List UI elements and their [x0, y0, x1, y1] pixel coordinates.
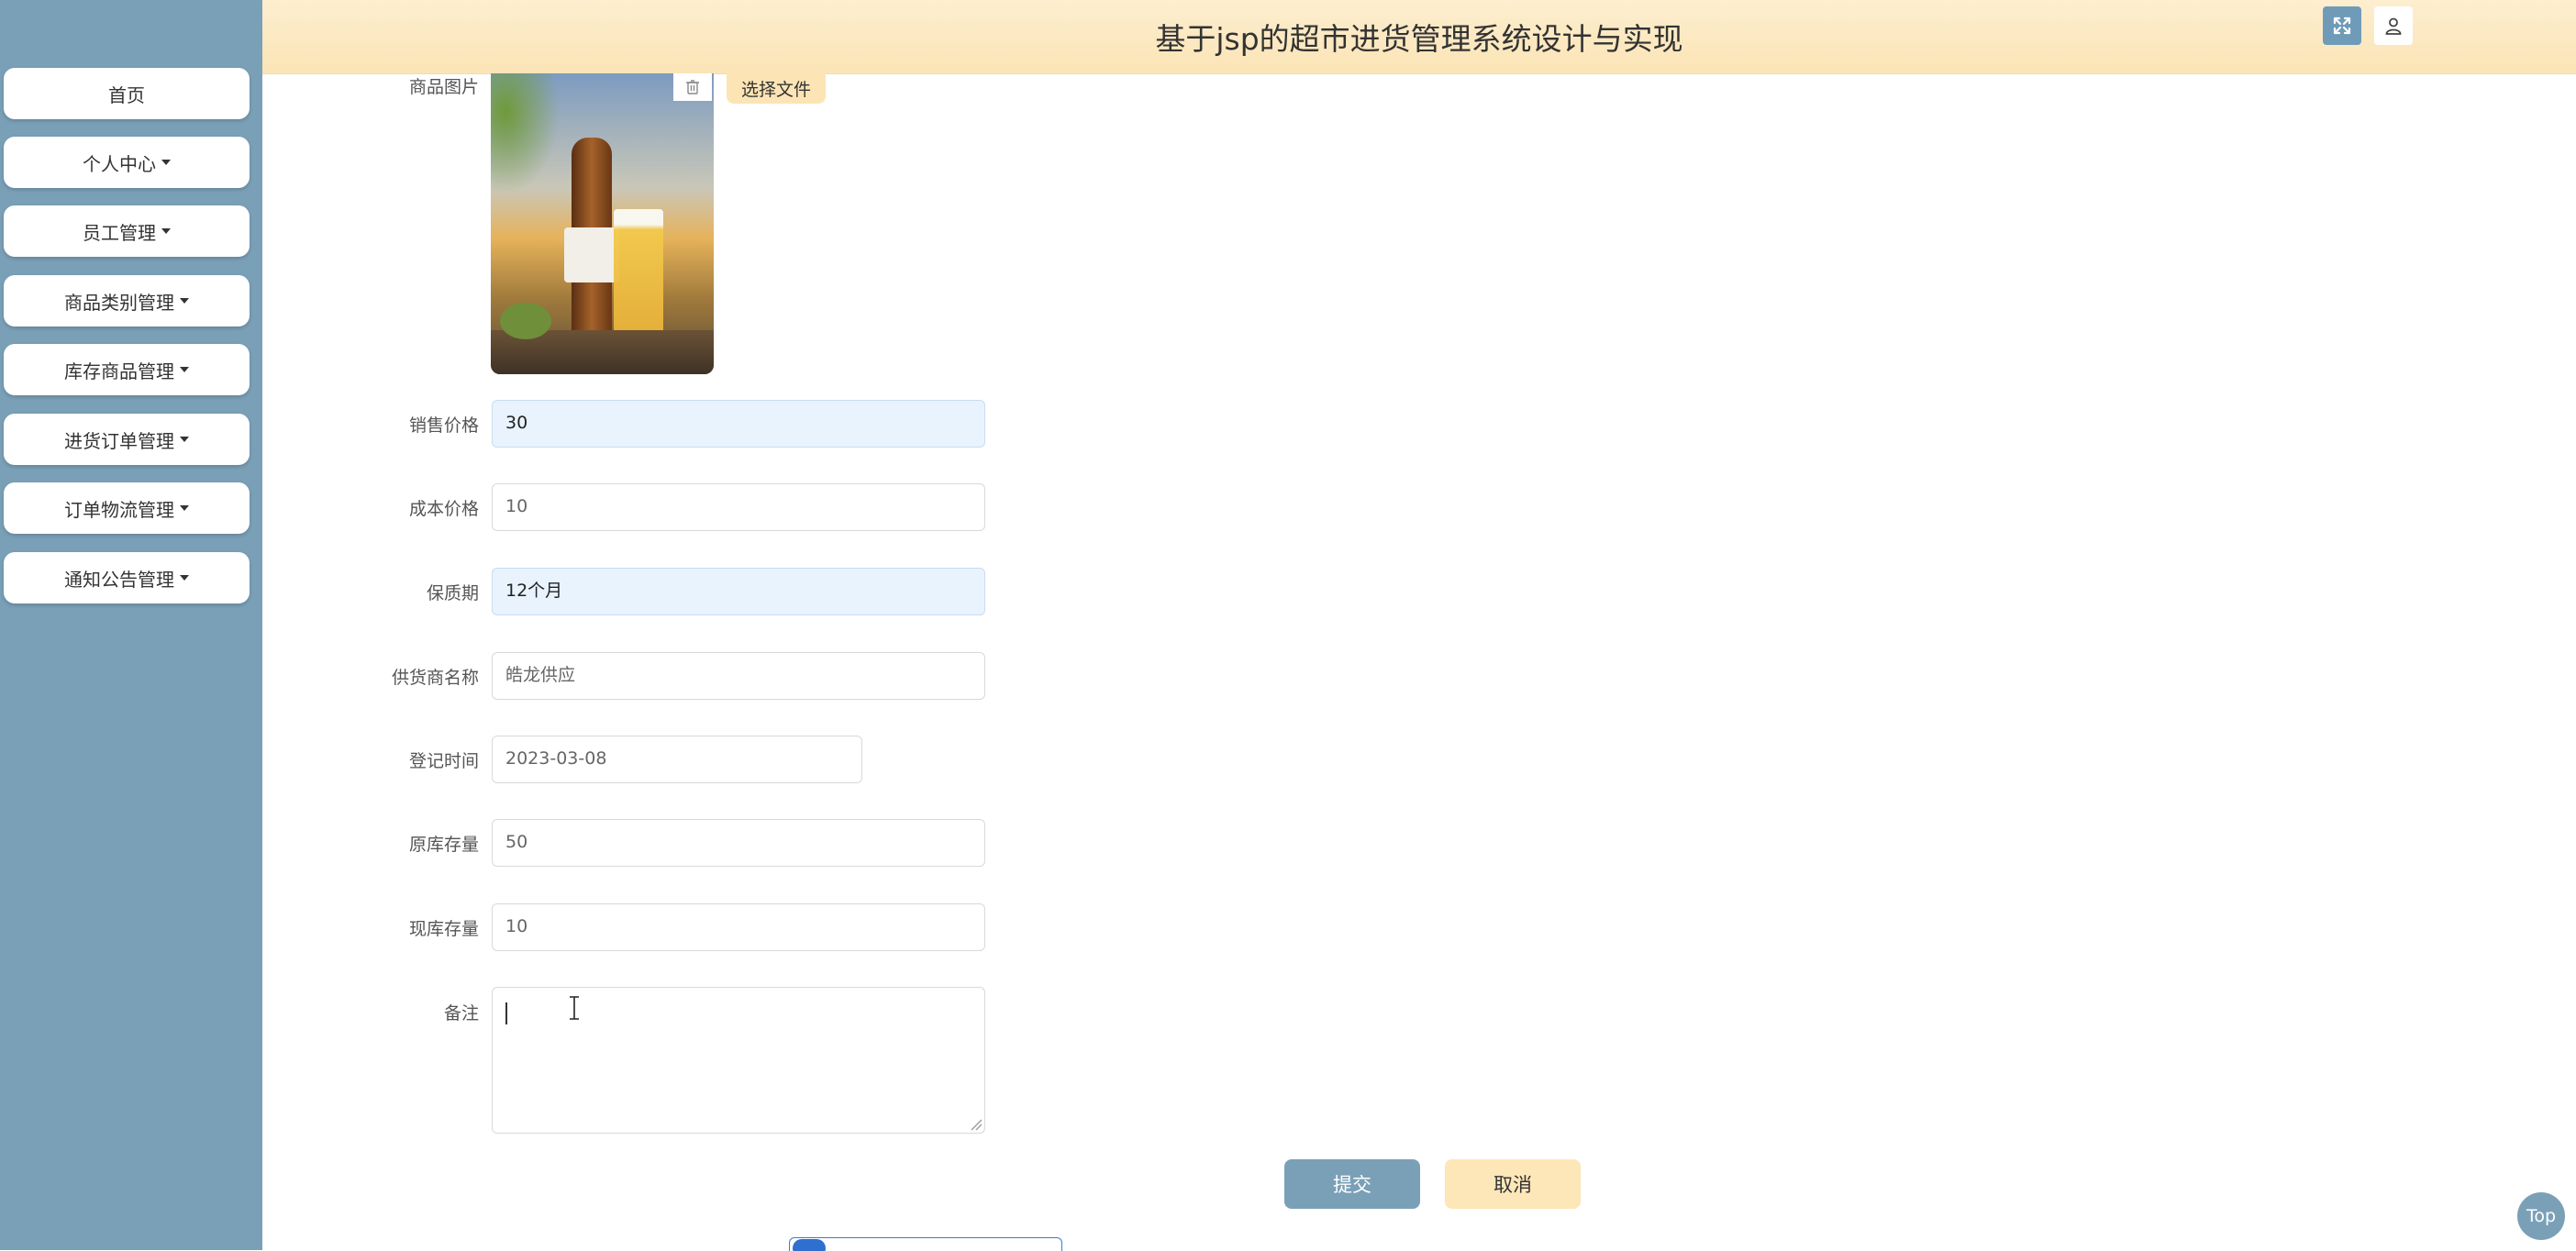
current-stock-input[interactable]: 10 [492, 903, 985, 951]
original-stock-label: 原库存量 [408, 835, 479, 855]
sale-price-input[interactable]: 30 [492, 400, 985, 448]
supplier-name-value: 皓龙供应 [505, 665, 576, 685]
shelf-life-label: 保质期 [426, 583, 479, 603]
supplier-name-input[interactable]: 皓龙供应 [492, 652, 985, 700]
sidebar-item-label: 商品类别管理 [64, 291, 174, 314]
original-stock-input[interactable]: 50 [492, 819, 985, 867]
page-title: 基于jsp的超市进货管理系统设计与实现 [1155, 21, 1683, 57]
sidebar-item-label: 通知公告管理 [64, 568, 174, 591]
choose-file-button[interactable]: 选择文件 [727, 73, 826, 104]
product-image-label: 商品图片 [408, 77, 479, 97]
register-time-label: 登记时间 [408, 751, 479, 771]
caret-down-icon [161, 228, 171, 234]
cancel-button[interactable]: 取消 [1445, 1159, 1581, 1209]
sidebar: 首页 个人中心 员工管理 商品类别管理 库存商品管理 进货订单管理 订单物流管理… [0, 0, 262, 1250]
top-header: 基于jsp的超市进货管理系统设计与实现 [262, 0, 2576, 74]
sidebar-item-logistics[interactable]: 订单物流管理 [4, 482, 250, 534]
current-stock-label: 现库存量 [408, 919, 479, 939]
expand-icon [2333, 17, 2351, 35]
submit-label: 提交 [1333, 1174, 1371, 1196]
cost-price-value: 10 [505, 496, 528, 516]
sidebar-item-purchase-orders[interactable]: 进货订单管理 [4, 414, 250, 465]
caret-down-icon [180, 437, 189, 442]
caret-down-icon [180, 298, 189, 304]
fullscreen-button[interactable] [2323, 6, 2361, 45]
sidebar-item-label: 订单物流管理 [64, 498, 174, 521]
delete-image-button[interactable] [673, 73, 712, 101]
cost-price-input[interactable]: 10 [492, 483, 985, 531]
text-caret [505, 1002, 507, 1024]
sidebar-item-label: 员工管理 [83, 221, 156, 244]
user-icon [2385, 17, 2402, 35]
caret-down-icon [161, 160, 171, 165]
shelf-life-value: 12个月 [505, 581, 563, 601]
caret-down-icon [180, 575, 189, 581]
submit-button[interactable]: 提交 [1284, 1159, 1420, 1209]
sale-price-label: 销售价格 [408, 415, 479, 436]
sidebar-item-home[interactable]: 首页 [4, 68, 250, 119]
sidebar-item-notices[interactable]: 通知公告管理 [4, 552, 250, 603]
sidebar-item-label: 首页 [108, 83, 145, 106]
sidebar-item-label: 库存商品管理 [64, 360, 174, 382]
sidebar-item-category[interactable]: 商品类别管理 [4, 275, 250, 327]
user-button[interactable] [2374, 6, 2413, 45]
register-time-value: 2023-03-08 [505, 748, 607, 769]
trash-icon [686, 80, 699, 94]
sidebar-item-staff[interactable]: 员工管理 [4, 205, 250, 257]
cancel-label: 取消 [1493, 1174, 1532, 1196]
register-time-input[interactable]: 2023-03-08 [492, 736, 862, 783]
back-to-top-button[interactable]: Top [2517, 1192, 2565, 1240]
choose-file-label: 选择文件 [740, 80, 811, 100]
product-image [491, 73, 714, 374]
supplier-name-label: 供货商名称 [391, 668, 479, 688]
caret-down-icon [180, 367, 189, 372]
resize-handle-icon[interactable] [970, 1118, 983, 1131]
badge-icon [793, 1239, 826, 1251]
sidebar-item-personal-center[interactable]: 个人中心 [4, 137, 250, 188]
cost-price-label: 成本价格 [408, 499, 479, 519]
back-to-top-label: Top [2526, 1206, 2557, 1226]
original-stock-value: 50 [505, 832, 528, 852]
remark-textarea[interactable] [492, 987, 985, 1134]
current-stock-value: 10 [505, 916, 528, 936]
floating-toolbar-badge[interactable] [789, 1237, 1062, 1251]
text-cursor-icon [570, 996, 579, 1020]
caret-down-icon [180, 505, 189, 511]
shelf-life-input[interactable]: 12个月 [492, 568, 985, 615]
sidebar-item-label: 个人中心 [83, 152, 156, 175]
sidebar-item-inventory[interactable]: 库存商品管理 [4, 344, 250, 395]
sidebar-item-label: 进货订单管理 [64, 429, 174, 452]
sale-price-value: 30 [505, 413, 528, 433]
remark-label: 备注 [443, 1003, 479, 1024]
